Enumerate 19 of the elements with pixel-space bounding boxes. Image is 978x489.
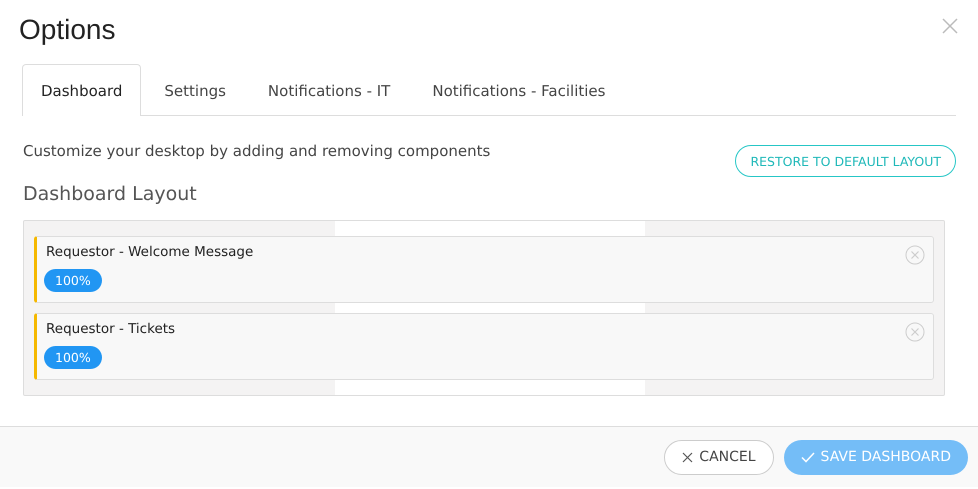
close-icon <box>682 452 694 462</box>
remove-icon[interactable] <box>905 322 925 342</box>
cancel-button[interactable]: CANCEL <box>664 440 774 474</box>
tab[interactable]: Notifications - Facilities <box>413 64 624 116</box>
width-badge: 100% <box>44 346 102 369</box>
description-text: Customize your desktop by adding and removing components <box>23 142 490 160</box>
component-card[interactable]: Requestor - Welcome Message 100% <box>34 236 934 303</box>
dialog-title: Options <box>19 14 116 46</box>
remove-icon[interactable] <box>905 245 925 265</box>
component-name: Requestor - Tickets <box>46 321 176 339</box>
check-icon <box>800 452 815 462</box>
close-icon[interactable] <box>942 18 958 34</box>
section-title: Dashboard Layout <box>23 183 198 205</box>
tab[interactable]: Settings <box>145 64 245 116</box>
width-badge: 100% <box>44 269 102 292</box>
component-name: Requestor - Welcome Message <box>46 244 254 262</box>
tab[interactable]: Dashboard <box>22 64 142 116</box>
tab[interactable]: Notifications - IT <box>248 64 410 116</box>
component-card[interactable]: Requestor - Tickets 100% <box>34 313 934 380</box>
